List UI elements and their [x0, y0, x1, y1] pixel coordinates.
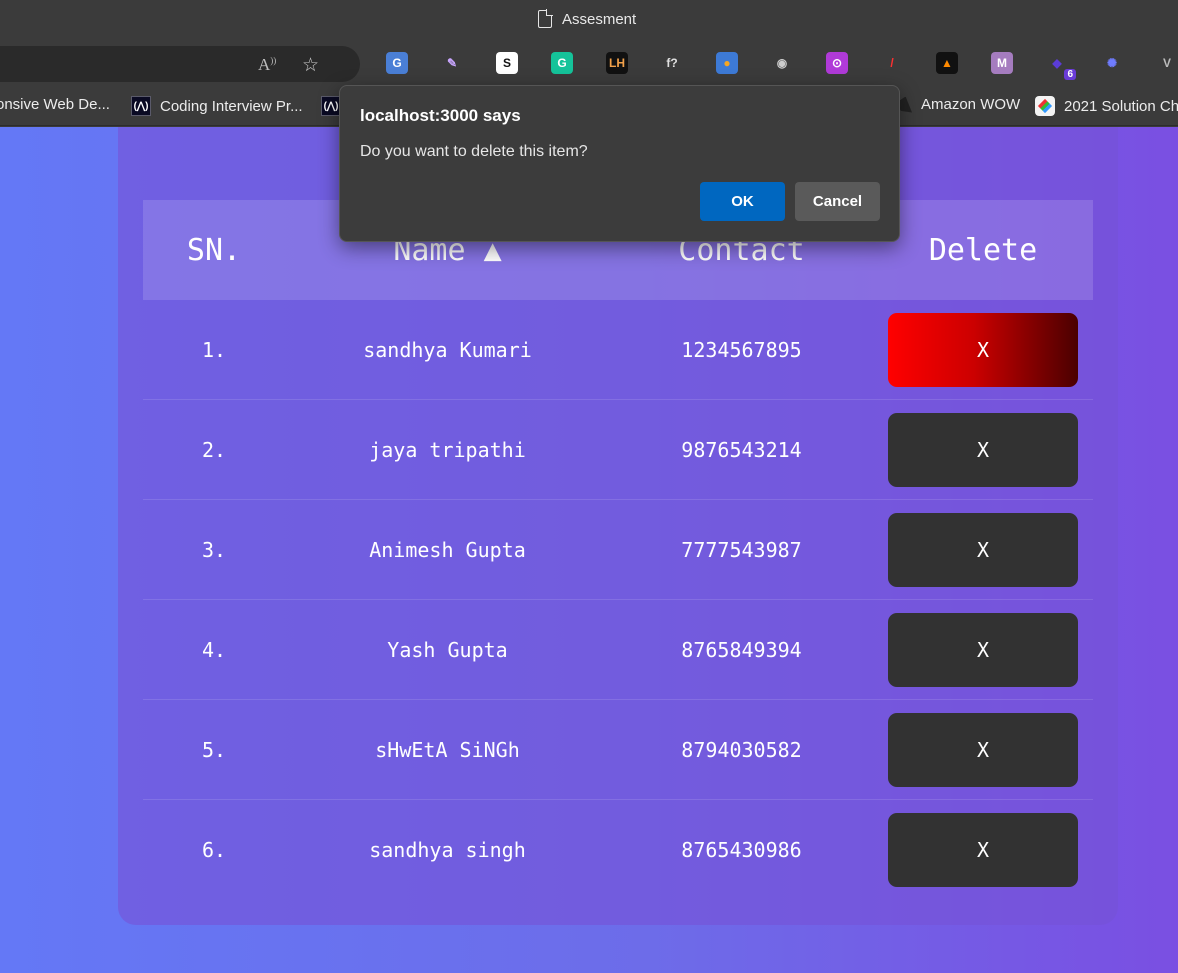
table-row: 6. sandhya singh 8765430986 X	[143, 800, 1093, 900]
row-sn: 6.	[201, 838, 227, 862]
contacts-table: SN. Name ▲ Contact Delete 1. sandhya Kuma…	[143, 200, 1093, 900]
table-row: 5. sHwEtA SiNGh 8794030582 X	[143, 700, 1093, 800]
header-sn: SN.	[186, 232, 242, 268]
bookmark-responsive-web-design[interactable]: onsive Web De...	[0, 96, 110, 113]
color-picker-icon[interactable]: ✎	[441, 52, 463, 74]
m-icon[interactable]: M	[991, 52, 1013, 74]
row-contact: 8794030582	[681, 737, 802, 762]
vue-icon[interactable]: V	[1156, 52, 1178, 74]
row-delete-cell: X	[873, 813, 1093, 887]
window-title: Assesment	[538, 9, 637, 28]
row-name: jaya tripathi	[369, 437, 526, 462]
cube-icon[interactable]: ◆ 6	[1046, 52, 1076, 80]
bookmark-label: Amazon WOW	[921, 96, 1021, 113]
row-name: Animesh Gupta	[369, 537, 526, 562]
lh-icon[interactable]: LH	[606, 52, 628, 74]
row-contact: 8765849394	[681, 637, 802, 662]
camera-icon[interactable]: ◉	[771, 52, 793, 74]
title-bar: Assesment	[0, 0, 1178, 42]
bookmark-freecodecamp[interactable]: (⋀)	[321, 96, 341, 116]
row-sn: 5.	[201, 737, 227, 762]
table-row: 2. jaya tripathi 9876543214 X	[143, 400, 1093, 500]
address-bar[interactable]: A)) ☆	[0, 46, 360, 82]
sparkle-icon[interactable]: ✺	[1101, 52, 1123, 74]
window-title-text: Assesment	[562, 10, 637, 28]
row-name: sHwEtA SiNGh	[375, 737, 520, 762]
browser-toolbar: A)) ☆ G ✎ S G LH f? ● ◉ ⊙ / ▲ M ◆ 6 ✺ V	[0, 42, 1178, 86]
fire-icon[interactable]: ▲	[936, 52, 958, 74]
row-sn: 2.	[201, 437, 227, 462]
table-body: 1. sandhya Kumari 1234567895 X 2. jaya tripat…	[143, 300, 1093, 900]
bookmark-label: onsive Web De...	[0, 96, 110, 113]
api-icon[interactable]: ⊙	[826, 52, 848, 74]
read-aloud-icon[interactable]: A))	[258, 55, 276, 75]
marker-icon[interactable]: /	[881, 52, 903, 74]
bookmark-2021-solution[interactable]: 2021 Solution Ch	[1035, 96, 1178, 116]
row-contact: 8765430986	[681, 838, 802, 862]
s-icon[interactable]: S	[496, 52, 518, 74]
table-row: 4. Yash Gupta 8765849394 X	[143, 600, 1093, 700]
delete-button[interactable]: X	[888, 813, 1078, 887]
header-delete: Delete	[928, 232, 1038, 268]
delete-button[interactable]: X	[888, 612, 1078, 687]
row-delete-cell: X	[873, 612, 1093, 687]
table-row: 3. Animesh Gupta 7777543987 X	[143, 500, 1093, 600]
row-sn: 4.	[201, 637, 227, 662]
delete-button[interactable]: X	[888, 512, 1078, 587]
delete-button[interactable]: X	[888, 312, 1078, 387]
react-devtools-icon[interactable]: ●	[716, 52, 738, 74]
confirm-dialog: localhost:3000 says Do you want to delet…	[339, 85, 900, 242]
row-sn: 3.	[201, 537, 227, 562]
grammarly-icon[interactable]: G	[551, 52, 573, 74]
dialog-title: localhost:3000 says	[360, 106, 521, 125]
function-icon[interactable]: f?	[661, 52, 683, 74]
row-contact: 7777543987	[681, 537, 802, 562]
row-name: sandhya singh	[369, 838, 526, 862]
add-favorite-icon[interactable]: ☆	[302, 54, 319, 76]
cancel-button[interactable]: Cancel	[795, 182, 880, 221]
table-row: 1. sandhya Kumari 1234567895 X	[143, 300, 1093, 400]
delete-button[interactable]: X	[888, 412, 1078, 487]
dialog-message: Do you want to delete this item?	[360, 143, 588, 160]
row-name: Yash Gupta	[387, 637, 508, 662]
translate-icon[interactable]: G	[386, 52, 408, 74]
solution-icon	[1035, 96, 1055, 116]
ok-button[interactable]: OK	[700, 182, 785, 221]
row-contact: 1234567895	[681, 337, 802, 362]
freecodecamp-icon: (⋀)	[321, 96, 341, 116]
row-delete-cell: X	[873, 712, 1093, 787]
bookmark-coding-interview[interactable]: (⋀) Coding Interview Pr...	[131, 96, 303, 116]
row-sn: 1.	[201, 337, 227, 362]
bookmark-amazon-wow[interactable]: Amazon WOW	[896, 96, 1020, 113]
extension-badge: 6	[1064, 69, 1076, 80]
document-icon	[538, 9, 553, 28]
bookmark-label: 2021 Solution Ch	[1064, 97, 1178, 115]
row-contact: 9876543214	[681, 437, 802, 462]
row-delete-cell: X	[873, 412, 1093, 487]
freecodecamp-icon: (⋀)	[131, 96, 151, 116]
delete-button[interactable]: X	[888, 712, 1078, 787]
row-delete-cell: X	[873, 512, 1093, 587]
page-background: SN. Name ▲ Contact Delete 1. sandhya Kuma…	[0, 127, 1178, 973]
row-delete-cell: X	[873, 312, 1093, 387]
row-name: sandhya Kumari	[363, 337, 532, 362]
bookmark-label: Coding Interview Pr...	[160, 97, 303, 115]
